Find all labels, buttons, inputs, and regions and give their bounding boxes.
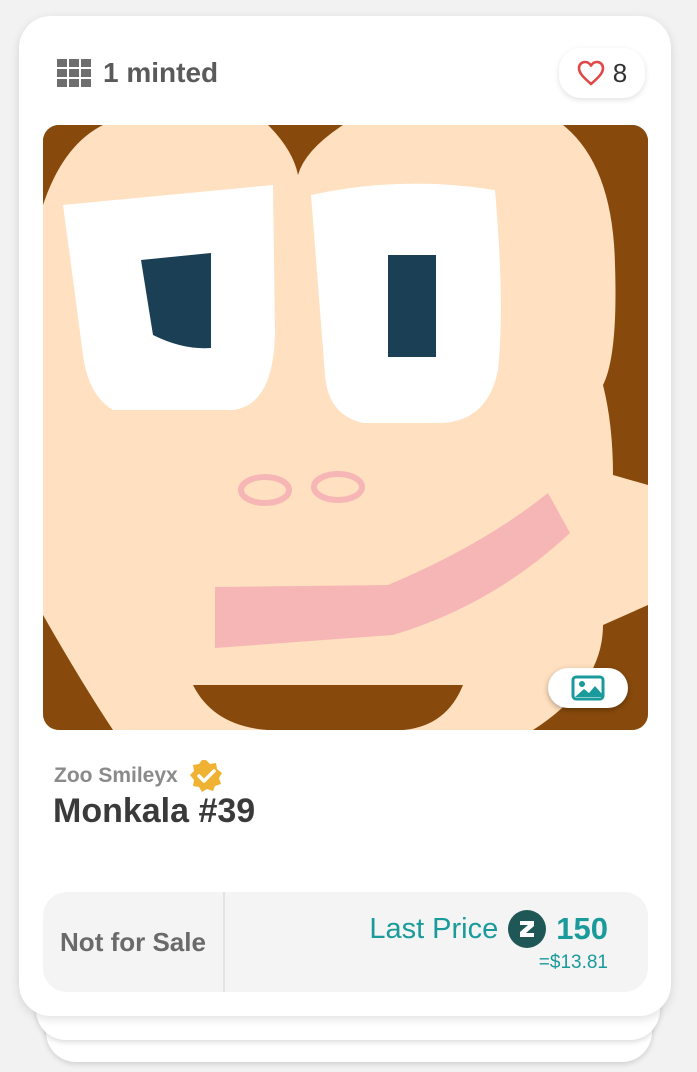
- verified-badge-icon: [189, 760, 222, 792]
- price-footer: Not for Sale Last Price 150 =$13.81: [43, 892, 648, 992]
- heart-icon: [577, 60, 605, 86]
- sale-status: Not for Sale: [43, 892, 225, 992]
- nft-artwork[interactable]: [43, 125, 648, 730]
- likes-count: 8: [612, 57, 628, 88]
- coin-icon: [508, 910, 547, 948]
- collection-link[interactable]: Zoo Smileyx: [54, 758, 224, 794]
- last-price-label: Last Price: [369, 912, 499, 945]
- minted-text: 1 minted: [103, 57, 219, 88]
- monkey-face-artwork: [43, 125, 648, 730]
- nft-title: Monkala #39: [53, 792, 256, 830]
- like-button[interactable]: 8: [559, 48, 645, 98]
- last-price-value: 150: [556, 911, 608, 946]
- image-icon: [571, 675, 605, 701]
- nft-card[interactable]: 1 minted 8 Zoo Smileyx Monkala #39 Not f…: [19, 16, 671, 1016]
- collection-name: Zoo Smileyx: [54, 764, 178, 787]
- last-price-usd: =$13.81: [538, 952, 608, 973]
- minted-count: 1 minted: [57, 52, 218, 94]
- media-type-badge[interactable]: [548, 668, 628, 708]
- last-price-section: Last Price 150 =$13.81: [225, 892, 648, 992]
- grid-icon: [57, 59, 91, 87]
